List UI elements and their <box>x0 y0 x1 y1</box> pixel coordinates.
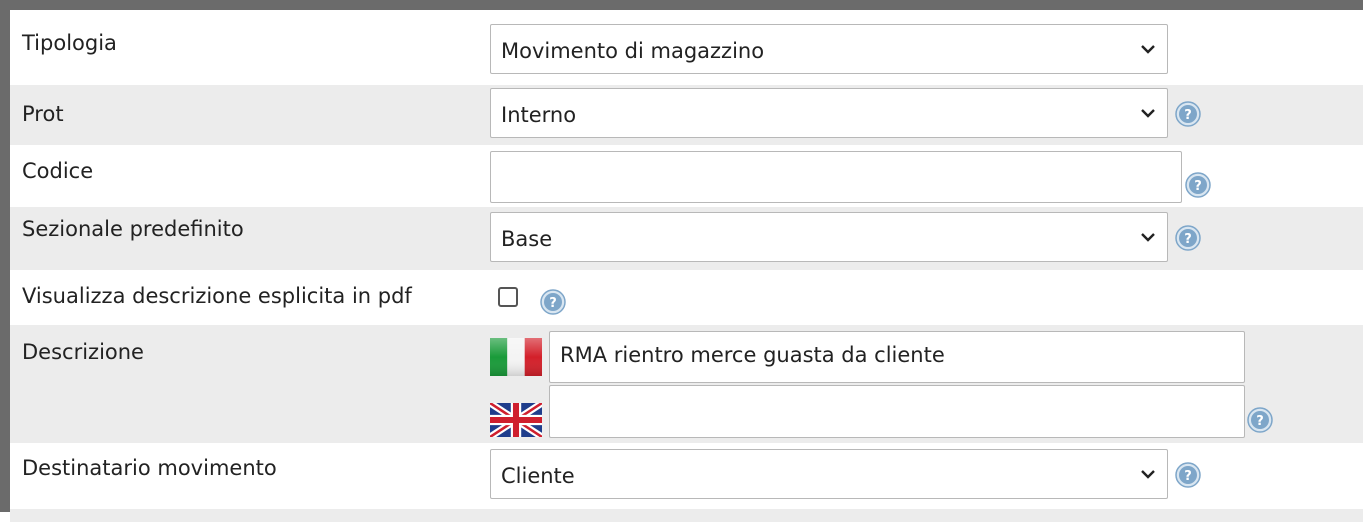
row-sezionale: Sezionale predefinito Base ? <box>10 207 1363 270</box>
row-prot: Prot Interno ? <box>10 85 1363 145</box>
svg-text:?: ? <box>1194 179 1202 194</box>
codice-label: Codice <box>22 159 94 183</box>
help-icon[interactable]: ? <box>1185 172 1211 198</box>
descrizione-en-input[interactable] <box>549 385 1245 438</box>
chevron-down-icon <box>1141 45 1155 54</box>
row-descrizione: Descrizione RMA rientro merce guasta da … <box>10 325 1363 443</box>
tipologia-value: Movimento di magazzino <box>501 39 765 63</box>
destinatario-value: Cliente <box>501 464 575 488</box>
chevron-down-icon <box>1141 109 1155 118</box>
destinatario-select[interactable]: Cliente <box>490 449 1168 499</box>
sezionale-value: Base <box>501 227 553 251</box>
uk-flag-icon <box>490 403 542 437</box>
tipologia-label: Tipologia <box>22 31 117 55</box>
visualizza-label: Visualizza descrizione esplicita in pdf <box>22 284 412 308</box>
row-next-partial <box>10 509 1363 522</box>
visualizza-checkbox[interactable] <box>498 287 518 307</box>
window-frame-top <box>0 0 1363 10</box>
svg-text:?: ? <box>549 296 557 311</box>
sezionale-select[interactable]: Base <box>490 212 1168 262</box>
help-icon[interactable]: ? <box>1175 225 1201 251</box>
svg-text:?: ? <box>1256 414 1264 429</box>
svg-text:?: ? <box>1184 108 1192 123</box>
italy-flag-icon <box>490 338 542 376</box>
row-destinatario: Destinatario movimento Cliente ? <box>10 443 1363 509</box>
descrizione-it-input[interactable]: RMA rientro merce guasta da cliente <box>549 331 1245 383</box>
help-icon[interactable]: ? <box>1175 462 1201 488</box>
descrizione-it-value: RMA rientro merce guasta da cliente <box>560 343 945 367</box>
row-visualizza: Visualizza descrizione esplicita in pdf … <box>10 270 1363 325</box>
svg-text:?: ? <box>1184 232 1192 247</box>
codice-input[interactable] <box>490 151 1182 203</box>
svg-text:?: ? <box>1184 469 1192 484</box>
sezionale-label: Sezionale predefinito <box>22 217 244 241</box>
window-frame-left <box>0 0 10 512</box>
chevron-down-icon <box>1141 233 1155 242</box>
row-tipologia: Tipologia Movimento di magazzino <box>10 10 1363 85</box>
prot-value: Interno <box>501 103 577 127</box>
prot-select[interactable]: Interno <box>490 88 1168 138</box>
row-codice: Codice ? <box>10 145 1363 207</box>
descrizione-label: Descrizione <box>22 340 144 364</box>
help-icon[interactable]: ? <box>1247 407 1273 433</box>
chevron-down-icon <box>1141 470 1155 479</box>
help-icon[interactable]: ? <box>1175 101 1201 127</box>
help-icon[interactable]: ? <box>540 289 566 315</box>
prot-label: Prot <box>22 102 64 126</box>
tipologia-select[interactable]: Movimento di magazzino <box>490 24 1168 74</box>
destinatario-label: Destinatario movimento <box>22 456 277 480</box>
